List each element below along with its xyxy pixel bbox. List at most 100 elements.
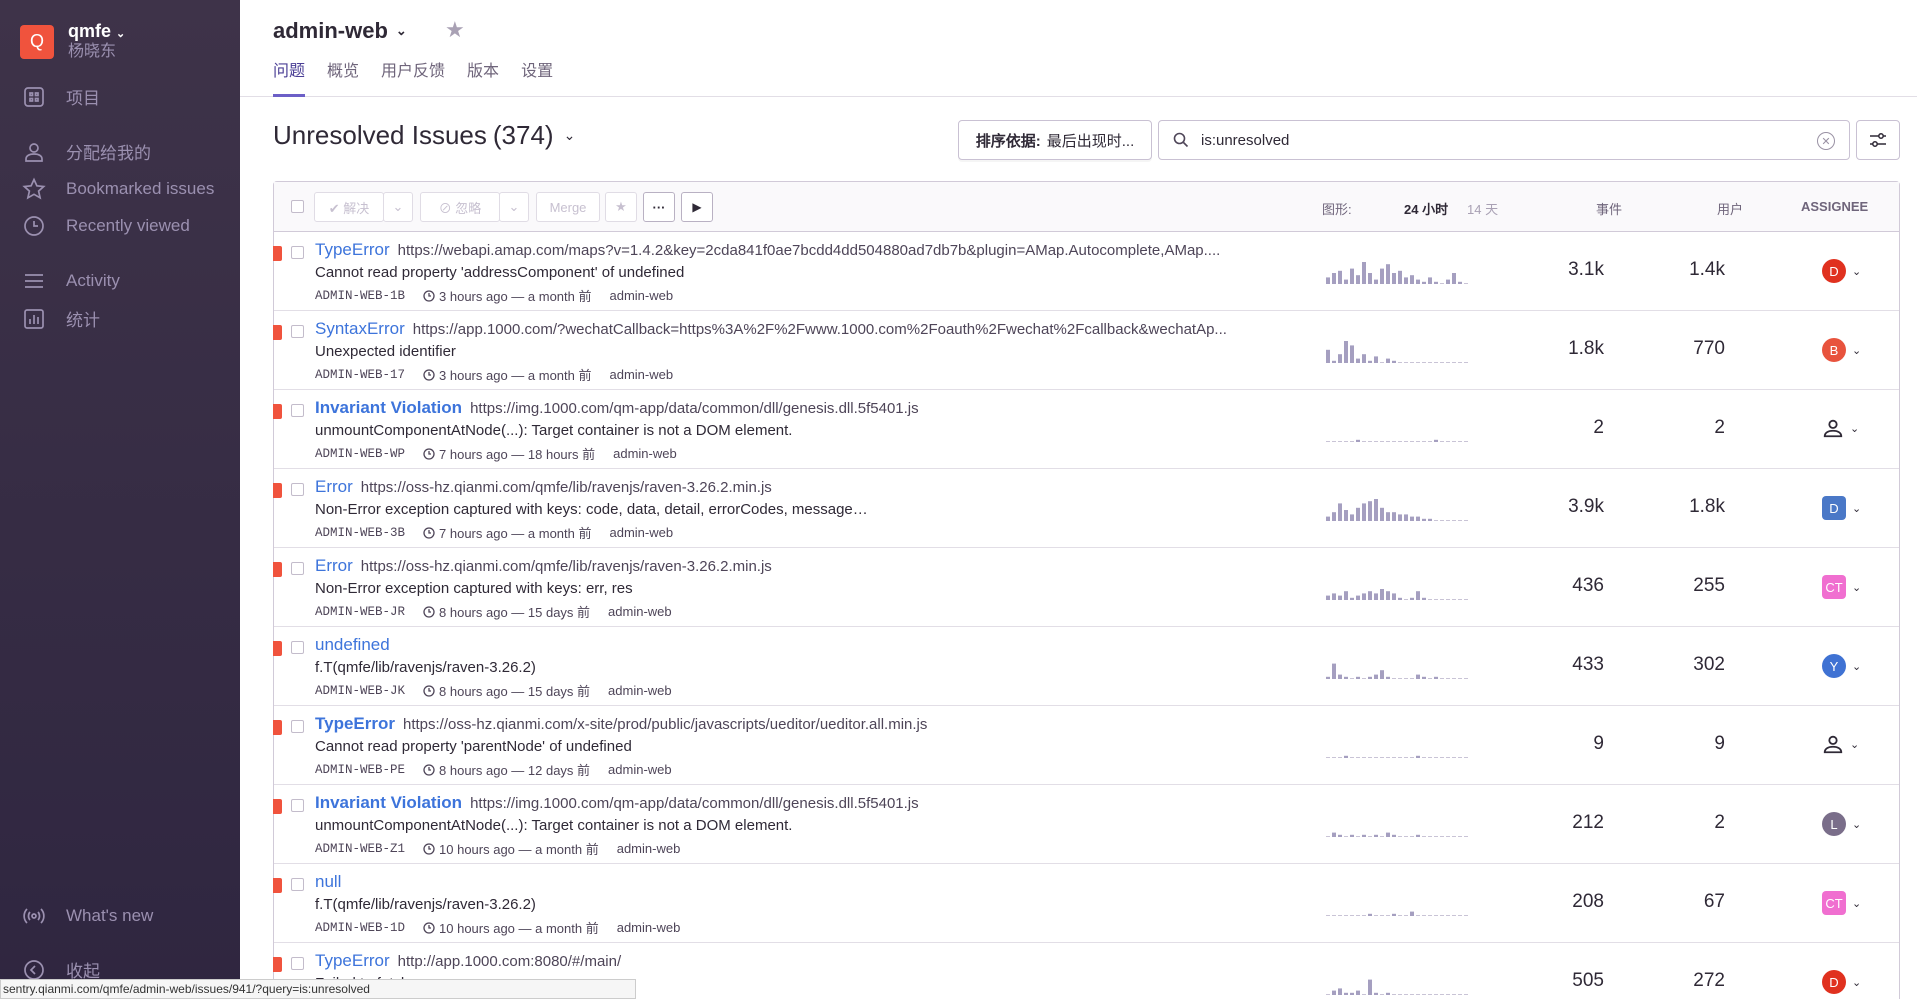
tab-releases[interactable]: 版本 xyxy=(467,57,499,97)
sidebar-item-activity[interactable]: Activity xyxy=(22,269,120,293)
chevron-down-icon: ⌄ xyxy=(508,199,520,214)
sidebar-item-stats[interactable]: 统计 xyxy=(22,306,100,331)
assignee-selector[interactable]: Y ⌄ xyxy=(1822,654,1861,678)
sparkline-bar xyxy=(1380,507,1384,521)
issue-type[interactable]: TypeError xyxy=(315,951,390,970)
tab-feedback[interactable]: 用户反馈 xyxy=(381,57,445,97)
ignore-dropdown[interactable]: ⌄ xyxy=(499,192,529,222)
issue-row[interactable]: TypeError https://oss-hz.qianmi.com/x-sit… xyxy=(273,706,1899,785)
sparkline-bar xyxy=(1422,597,1426,600)
org-switcher[interactable]: Q qmfe ⌄ 杨晓东 xyxy=(20,22,125,61)
tab-issues[interactable]: 问题 xyxy=(273,57,306,97)
issue-checkbox[interactable] xyxy=(291,641,304,654)
sparkline-bar xyxy=(1440,678,1444,679)
saved-search-dropdown[interactable]: Unresolved Issues (374) ⌄ xyxy=(273,120,575,151)
assignee-selector[interactable]: D ⌄ xyxy=(1822,970,1861,994)
assignee-selector[interactable]: ⌄ xyxy=(1822,733,1859,755)
assignee-selector[interactable]: CT ⌄ xyxy=(1822,891,1861,915)
sort-dropdown[interactable]: 排序依据: 最后出现时... xyxy=(958,120,1152,160)
issue-row[interactable]: Error https://oss-hz.qianmi.com/qmfe/lib/… xyxy=(273,469,1899,548)
issue-checkbox[interactable] xyxy=(291,246,304,259)
project-switcher[interactable]: admin-web ⌄ xyxy=(273,18,407,44)
sidebar-item-assigned[interactable]: 分配给我的 xyxy=(22,139,151,164)
sparkline-bar xyxy=(1374,834,1378,837)
tab-overview[interactable]: 概览 xyxy=(327,57,359,97)
assignee-selector[interactable]: L ⌄ xyxy=(1822,812,1861,836)
period-14d[interactable]: 14 天 xyxy=(1467,199,1498,218)
issue-checkbox[interactable] xyxy=(291,562,304,575)
sidebar-item-bookmarked[interactable]: Bookmarked issues xyxy=(22,177,214,201)
issue-checkbox[interactable] xyxy=(291,957,304,970)
issue-type[interactable]: SyntaxError xyxy=(315,319,405,338)
sort-label: 排序依据: xyxy=(975,132,1041,150)
assignee-selector[interactable]: D ⌄ xyxy=(1822,259,1861,283)
issue-checkbox[interactable] xyxy=(291,878,304,891)
bookmark-star-icon[interactable]: ★ xyxy=(445,17,465,43)
issue-checkbox[interactable] xyxy=(291,720,304,733)
issue-row[interactable]: SyntaxError https://app.1000.com/?wechatC… xyxy=(273,311,1899,390)
sparkline-bar xyxy=(1434,439,1438,442)
event-count: 1.8k xyxy=(1568,338,1604,359)
more-actions-button[interactable]: ··· xyxy=(643,192,675,222)
assignee-selector[interactable]: B ⌄ xyxy=(1822,338,1861,362)
tab-settings[interactable]: 设置 xyxy=(521,57,553,97)
issue-row[interactable]: null f.T(qmfe/lib/ravenjs/raven-3.26.2) … xyxy=(273,864,1899,943)
issue-title[interactable]: TypeError http://app.1000.com:8080/#/main… xyxy=(315,951,1305,971)
period-24h[interactable]: 24 小时 xyxy=(1404,199,1448,218)
issue-checkbox[interactable] xyxy=(291,404,304,417)
issue-title[interactable]: Invariant Violation https://img.1000.com/… xyxy=(315,793,1305,813)
realtime-play-button[interactable]: ▶ xyxy=(681,192,713,222)
sparkline-bar xyxy=(1326,595,1330,600)
issue-checkbox[interactable] xyxy=(291,325,304,338)
assignee-selector[interactable]: D ⌄ xyxy=(1822,496,1861,520)
resolve-button[interactable]: ✔ 解决 xyxy=(314,192,384,222)
issue-row[interactable]: Error https://oss-hz.qianmi.com/qmfe/lib/… xyxy=(273,548,1899,627)
issue-meta: ADMIN-WEB-Z1 10 hours ago — a month 前 ad… xyxy=(315,839,680,858)
issue-row[interactable]: TypeError https://webapi.amap.com/maps?v=… xyxy=(273,232,1899,311)
bookmark-button[interactable]: ★ xyxy=(605,192,637,222)
assignee-selector[interactable]: CT ⌄ xyxy=(1822,575,1861,599)
sparkline-bar xyxy=(1416,516,1420,521)
issue-type[interactable]: Invariant Violation xyxy=(315,793,462,812)
issue-title[interactable]: Error https://oss-hz.qianmi.com/qmfe/lib/… xyxy=(315,477,1305,497)
level-indicator xyxy=(273,246,282,261)
search-input[interactable]: is:unresolved ✕ xyxy=(1158,120,1850,160)
issue-type[interactable]: undefined xyxy=(315,635,390,654)
grid-icon xyxy=(24,86,44,107)
issue-title[interactable]: null xyxy=(315,872,1305,892)
issue-title[interactable]: undefined xyxy=(315,635,1305,655)
sparkline-bar xyxy=(1374,593,1378,600)
merge-button[interactable]: Merge xyxy=(536,192,600,222)
issue-checkbox[interactable] xyxy=(291,799,304,812)
issue-checkbox[interactable] xyxy=(291,483,304,496)
sparkline-bar xyxy=(1428,441,1432,442)
resolve-dropdown[interactable]: ⌄ xyxy=(383,192,413,222)
issue-type[interactable]: TypeError xyxy=(315,714,395,733)
issue-type[interactable]: Error xyxy=(315,556,353,575)
sparkline-bar xyxy=(1392,913,1396,916)
issue-type[interactable]: Invariant Violation xyxy=(315,398,462,417)
clear-search-icon[interactable]: ✕ xyxy=(1817,132,1835,150)
issue-row[interactable]: Invariant Violation https://img.1000.com/… xyxy=(273,785,1899,864)
issue-title[interactable]: Invariant Violation https://img.1000.com/… xyxy=(315,398,1305,418)
issue-title[interactable]: TypeError https://webapi.amap.com/maps?v=… xyxy=(315,240,1305,260)
assignee-selector[interactable]: ⌄ xyxy=(1822,417,1859,439)
user-count: 67 xyxy=(1703,891,1725,912)
sidebar-item-recent[interactable]: Recently viewed xyxy=(22,214,190,238)
issue-row[interactable]: Invariant Violation https://img.1000.com/… xyxy=(273,390,1899,469)
ignore-button[interactable]: ⊘ 忽略 xyxy=(420,192,500,222)
issue-type[interactable]: Error xyxy=(315,477,353,496)
select-all-checkbox[interactable] xyxy=(291,200,304,213)
issue-type[interactable]: null xyxy=(315,872,341,891)
filter-settings-button[interactable] xyxy=(1856,120,1900,160)
issue-row[interactable]: undefined f.T(qmfe/lib/ravenjs/raven-3.2… xyxy=(273,627,1899,706)
sidebar-item-projects[interactable]: 项目 xyxy=(22,84,100,109)
sidebar-item-whats-new[interactable]: What's new xyxy=(22,904,153,928)
sparkline-bar xyxy=(1410,836,1414,837)
issue-title[interactable]: TypeError https://oss-hz.qianmi.com/x-sit… xyxy=(315,714,1305,734)
issue-title[interactable]: SyntaxError https://app.1000.com/?wechatC… xyxy=(315,319,1305,339)
level-indicator xyxy=(273,404,282,419)
sidebar-item-label: 分配给我的 xyxy=(66,144,151,163)
issue-title[interactable]: Error https://oss-hz.qianmi.com/qmfe/lib/… xyxy=(315,556,1305,576)
issue-type[interactable]: TypeError xyxy=(315,240,390,259)
